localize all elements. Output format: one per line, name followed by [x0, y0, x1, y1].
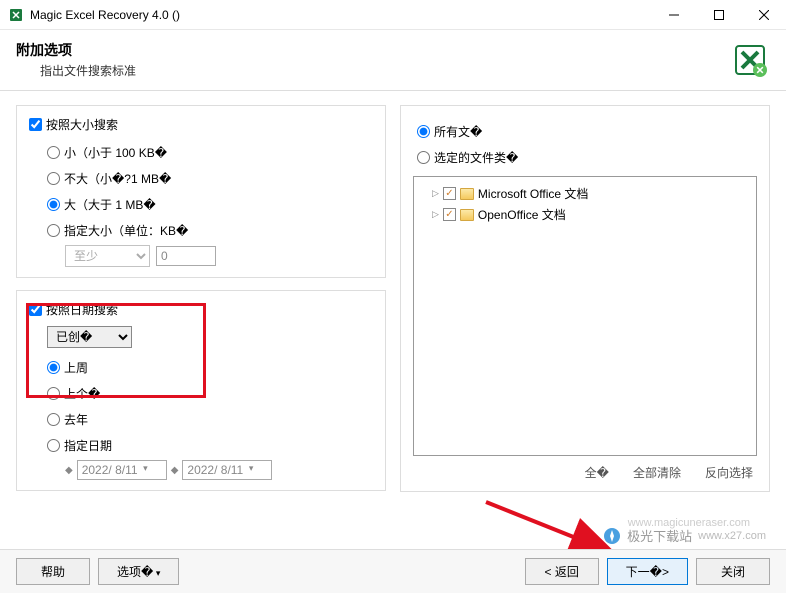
tree-expand-icon[interactable]: ▷ — [432, 209, 439, 220]
clear-all-link[interactable]: 全部清除 — [633, 464, 681, 481]
selected-types-radio[interactable] — [417, 151, 430, 164]
watermark-site: 极光下载站 www.x27.com — [603, 526, 766, 545]
size-condition-select[interactable]: 至少 — [65, 245, 150, 267]
tree-item-msoffice[interactable]: ▷ ✓ Microsoft Office 文档 — [420, 183, 750, 204]
size-custom-radio[interactable] — [47, 224, 60, 237]
size-search-checkbox[interactable] — [29, 118, 42, 131]
wizard-header: 附加选项 指出文件搜索标准 — [0, 30, 786, 91]
options-button[interactable]: 选项� — [98, 558, 179, 585]
size-search-group: 按照大小搜索 小（小于 100 KB� 不大（小�?1 MB� 大（大于 1 M… — [16, 105, 386, 278]
size-value-input[interactable] — [156, 246, 216, 266]
page-subtitle: 指出文件搜索标准 — [40, 62, 136, 79]
content-area: 按照大小搜索 小（小于 100 KB� 不大（小�?1 MB� 大（大于 1 M… — [0, 91, 786, 506]
window-title: Magic Excel Recovery 4.0 () — [30, 8, 651, 22]
back-button[interactable]: < 返回 — [525, 558, 599, 585]
excel-icon — [730, 40, 770, 80]
size-large-radio[interactable] — [47, 198, 60, 211]
size-search-label: 按照大小搜索 — [46, 116, 118, 133]
filetype-group: 所有文� 选定的文件类� ▷ ✓ Microsoft Office 文档 ▷ ✓… — [400, 105, 770, 492]
filetype-tree[interactable]: ▷ ✓ Microsoft Office 文档 ▷ ✓ OpenOffice 文… — [413, 176, 757, 456]
size-medium-radio[interactable] — [47, 172, 60, 185]
close-button[interactable] — [741, 0, 786, 30]
window-controls — [651, 0, 786, 30]
maximize-button[interactable] — [696, 0, 741, 30]
tree-label: OpenOffice 文档 — [478, 206, 566, 223]
help-button[interactable]: 帮助 — [16, 558, 90, 585]
all-files-label: 所有文� — [434, 123, 482, 140]
next-button[interactable]: 下一�> — [607, 558, 688, 585]
date-from-input[interactable]: 2022/ 8/11 ▾ — [77, 460, 167, 480]
invert-link[interactable]: 反向选择 — [705, 464, 753, 481]
date-search-label: 按照日期搜索 — [46, 301, 118, 318]
app-icon — [8, 7, 24, 23]
tree-label: Microsoft Office 文档 — [478, 185, 588, 202]
date-search-group: 按照日期搜索 已创� 上周 上个� 去年 指定日期 — [16, 290, 386, 491]
date-custom-radio[interactable] — [47, 439, 60, 452]
site-logo-icon — [603, 527, 621, 545]
tree-checkbox[interactable]: ✓ — [443, 187, 456, 200]
tree-expand-icon[interactable]: ▷ — [432, 188, 439, 199]
minimize-button[interactable] — [651, 0, 696, 30]
folder-icon — [460, 188, 474, 200]
date-lastmonth-radio[interactable] — [47, 387, 60, 400]
select-all-link[interactable]: 全� — [585, 464, 609, 481]
footer-bar: 帮助 选项� < 返回 下一�> 关闭 — [0, 549, 786, 593]
tree-checkbox[interactable]: ✓ — [443, 208, 456, 221]
size-custom-label: 指定大小（单位：KB� — [64, 222, 188, 239]
folder-icon — [460, 209, 474, 221]
date-lastmonth-label: 上个� — [64, 385, 100, 402]
size-medium-label: 不大（小�?1 MB� — [64, 170, 171, 187]
cancel-button[interactable]: 关闭 — [696, 558, 770, 585]
tree-actions: 全� 全部清除 反向选择 — [413, 464, 757, 481]
page-title: 附加选项 — [16, 40, 136, 60]
tree-item-openoffice[interactable]: ▷ ✓ OpenOffice 文档 — [420, 204, 750, 225]
date-from-icon: ◆ — [65, 465, 73, 476]
date-lastweek-radio[interactable] — [47, 361, 60, 374]
date-to-input[interactable]: 2022/ 8/11 ▾ — [182, 460, 272, 480]
date-lastyear-radio[interactable] — [47, 413, 60, 426]
date-custom-label: 指定日期 — [64, 437, 112, 454]
size-large-label: 大（大于 1 MB� — [64, 196, 156, 213]
all-files-radio[interactable] — [417, 125, 430, 138]
size-small-radio[interactable] — [47, 146, 60, 159]
date-to-icon: ◆ — [171, 465, 179, 476]
date-type-select[interactable]: 已创� — [47, 326, 132, 348]
date-search-checkbox[interactable] — [29, 303, 42, 316]
date-lastyear-label: 去年 — [64, 411, 88, 428]
selected-types-label: 选定的文件类� — [434, 149, 518, 166]
date-lastweek-label: 上周 — [64, 359, 88, 376]
size-small-label: 小（小于 100 KB� — [64, 144, 167, 161]
titlebar: Magic Excel Recovery 4.0 () — [0, 0, 786, 30]
